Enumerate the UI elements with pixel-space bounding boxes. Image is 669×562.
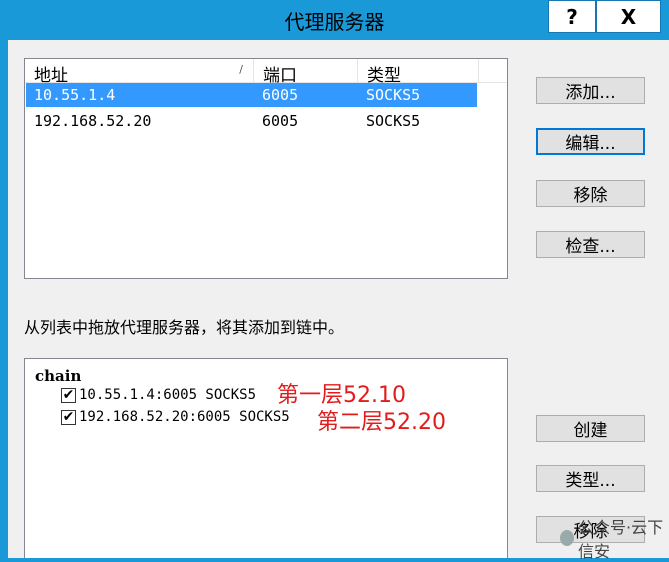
edit-button[interactable]: 编辑... — [536, 128, 645, 155]
annotation-layer-2: 第二层52.20 — [317, 410, 446, 435]
proxy-list-row[interactable]: 192.168.52.20 6005 SOCKS5 — [26, 109, 477, 133]
add-button[interactable]: 添加... — [536, 77, 645, 104]
dialog-body: 地址 / 端口 类型 10.55.1.4 6005 SOCKS5 192.168… — [8, 40, 669, 561]
chain-item[interactable]: ✔ 192.168.52.20:6005 SOCKS5 — [61, 407, 290, 427]
row-address: 192.168.52.20 — [34, 112, 152, 130]
checkbox-checked-icon[interactable]: ✔ — [61, 409, 76, 425]
chain-item-label: 10.55.1.4:6005 SOCKS5 — [79, 387, 257, 403]
proxy-list-header: 地址 / 端口 类型 — [25, 59, 507, 86]
watermark: 公众号·云下信安 — [560, 514, 669, 562]
chain-item[interactable]: ✔ 10.55.1.4:6005 SOCKS5 — [61, 385, 256, 405]
chain-root-label[interactable]: chain — [35, 367, 81, 385]
row-type: SOCKS5 — [366, 86, 421, 104]
create-button[interactable]: 创建 — [536, 415, 645, 442]
column-header-type[interactable]: 类型 — [358, 59, 479, 86]
title-bar[interactable]: 代理服务器 ? X — [0, 0, 669, 40]
checkbox-checked-icon[interactable]: ✔ — [61, 387, 76, 403]
help-button[interactable]: ? — [548, 0, 596, 33]
row-port: 6005 — [262, 86, 299, 104]
column-header-address[interactable]: 地址 / — [25, 59, 254, 86]
row-type: SOCKS5 — [366, 112, 421, 130]
column-header-port[interactable]: 端口 — [254, 59, 358, 86]
type-button[interactable]: 类型... — [536, 465, 645, 492]
chain-tree[interactable]: chain ✔ 10.55.1.4:6005 SOCKS5 ✔ 192.168.… — [24, 358, 508, 558]
remove-button[interactable]: 移除 — [536, 180, 645, 207]
row-address: 10.55.1.4 — [34, 86, 116, 104]
wechat-icon — [560, 530, 574, 546]
proxy-list[interactable]: 地址 / 端口 类型 10.55.1.4 6005 SOCKS5 192.168… — [24, 58, 508, 279]
close-button[interactable]: X — [596, 0, 661, 33]
proxy-servers-dialog: 代理服务器 ? X 地址 / 端口 类型 10.55.1.4 6005 SOCK… — [0, 0, 669, 561]
chain-item-label: 192.168.52.20:6005 SOCKS5 — [79, 409, 290, 425]
watermark-text: 公众号·云下信安 — [577, 518, 664, 561]
check-button[interactable]: 检查... — [536, 231, 645, 258]
drag-hint-text: 从列表中拖放代理服务器，将其添加到链中。 — [24, 318, 345, 337]
row-port: 6005 — [262, 112, 299, 130]
column-header-filler — [479, 59, 507, 83]
proxy-list-row[interactable]: 10.55.1.4 6005 SOCKS5 — [26, 83, 477, 107]
sort-indicator-icon: / — [239, 63, 243, 76]
